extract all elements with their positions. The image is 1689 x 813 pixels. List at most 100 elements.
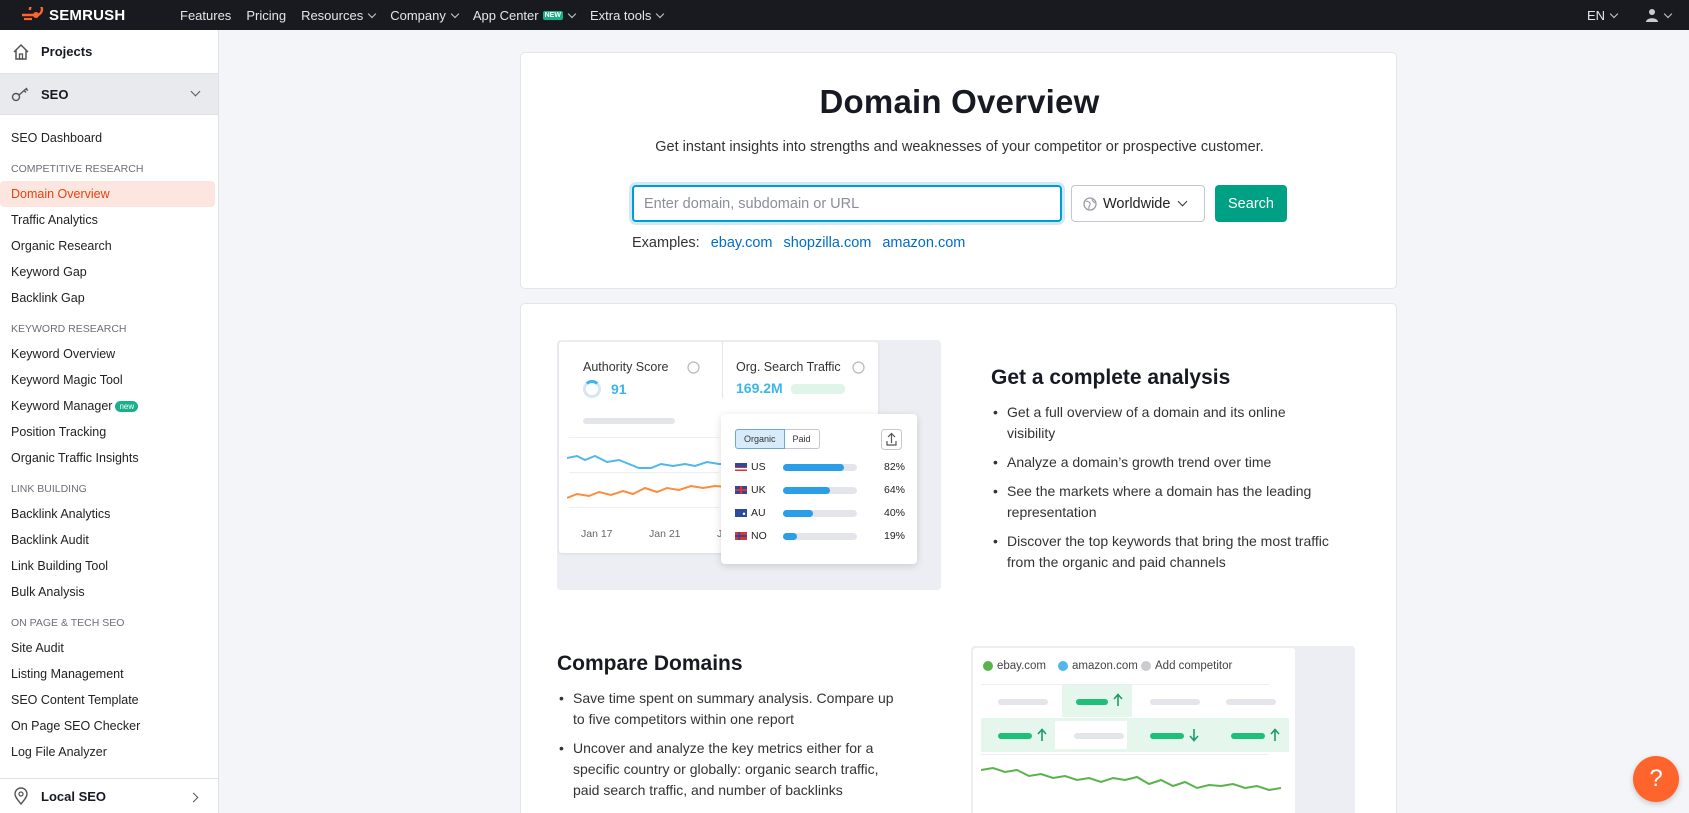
- sidebar-section-local-seo[interactable]: Local SEO: [0, 778, 218, 813]
- domain-search-input[interactable]: [632, 185, 1062, 222]
- date-label: Jan 17: [581, 528, 613, 540]
- topnav-item-pricing[interactable]: Pricing: [246, 8, 286, 23]
- authority-score-label: Authority Score: [583, 360, 669, 374]
- chevron-down-icon: [367, 9, 377, 18]
- globe-icon: [1083, 196, 1097, 211]
- top-right-controls: EN: [1587, 0, 1689, 30]
- share-bar-fill: [783, 532, 798, 540]
- user-icon: [1646, 9, 1658, 22]
- help-button[interactable]: ?: [1633, 756, 1679, 802]
- topnav-label: Features: [180, 7, 232, 23]
- sidebar-item-position-tracking[interactable]: Position Tracking: [0, 419, 215, 445]
- topnav-item-features[interactable]: Features: [180, 8, 231, 23]
- legend-dot: [1141, 661, 1151, 671]
- new-badge: new: [542, 10, 563, 20]
- search-button[interactable]: Search: [1215, 185, 1287, 222]
- example-link-amazon[interactable]: amazon.com: [882, 235, 965, 251]
- sidebar-item-keyword-manager[interactable]: Keyword Manager new: [0, 393, 215, 419]
- flag-icon: [735, 463, 747, 471]
- sidebar-item-link-building-tool[interactable]: Link Building Tool: [0, 553, 215, 579]
- seo-tool-list: SEO Dashboard COMPETITIVE RESEARCH Domain…: [0, 115, 218, 765]
- sidebar-item-projects[interactable]: Projects: [0, 30, 218, 73]
- tab-organic: Organic: [735, 429, 785, 449]
- analysis-bullet-list: Get a full overview of a domain and its …: [991, 402, 1331, 581]
- sidebar-item-on-page-seo-checker[interactable]: On Page SEO Checker: [0, 713, 215, 739]
- info-icon: [852, 361, 865, 374]
- example-link-ebay[interactable]: ebay.com: [711, 235, 773, 251]
- sidebar-item-organic-research[interactable]: Organic Research: [0, 233, 215, 259]
- country-row: NO 19%: [735, 529, 905, 543]
- sidebar-section-seo-toggle[interactable]: SEO: [0, 73, 218, 115]
- sidebar-item-label: Backlink Audit: [11, 533, 89, 547]
- sidebar-item-backlink-analytics[interactable]: Backlink Analytics: [0, 501, 215, 527]
- placeholder-pill: [1074, 733, 1124, 739]
- features-card: Authority Score 91 Org. Search Traffic 1…: [520, 303, 1397, 813]
- sidebar-item-organic-traffic-insights[interactable]: Organic Traffic Insights: [0, 445, 215, 471]
- question-mark-icon: ?: [1649, 765, 1663, 792]
- language-switcher[interactable]: EN: [1587, 8, 1619, 23]
- share-percent: 82%: [883, 461, 905, 473]
- sidebar-item-site-audit[interactable]: Site Audit: [0, 635, 215, 661]
- sidebar-item-label: Bulk Analysis: [11, 585, 85, 599]
- sidebar-item-listing-management[interactable]: Listing Management: [0, 661, 215, 687]
- sidebar-item-label: Domain Overview: [11, 187, 110, 201]
- sidebar-item-traffic-analytics[interactable]: Traffic Analytics: [0, 207, 215, 233]
- example-link-shopzilla[interactable]: shopzilla.com: [784, 235, 872, 251]
- topnav-label: App Center: [472, 7, 539, 23]
- bullet-item: Analyze a domain’s growth trend over tim…: [991, 452, 1331, 473]
- sidebar-item-keyword-gap[interactable]: Keyword Gap: [0, 259, 215, 285]
- country-code: UK: [751, 484, 766, 496]
- sidebar-item-domain-overview[interactable]: Domain Overview: [0, 181, 215, 207]
- home-icon: [11, 42, 31, 62]
- page-subtitle: Get instant insights into strengths and …: [655, 139, 1264, 155]
- top-navigation-bar: SEMRUSH Features Pricing Resources Company A…: [0, 0, 1689, 30]
- brand-name: SEMRUSH: [49, 6, 126, 24]
- country-code: AU: [751, 507, 766, 519]
- topnav-item-company[interactable]: Company: [390, 7, 460, 23]
- sidebar-item-label: Keyword Gap: [11, 265, 87, 279]
- sidebar-item-backlink-gap[interactable]: Backlink Gap: [0, 285, 215, 311]
- authority-score-value: 91: [611, 381, 627, 397]
- legend-item: ebay.com: [983, 660, 1046, 672]
- topnav-label: Pricing: [246, 7, 287, 23]
- trend-lines: [567, 454, 727, 499]
- arrow-up-icon: [1037, 728, 1047, 741]
- divider: [722, 342, 723, 398]
- topnav-item-app-center[interactable]: App Center new: [472, 7, 577, 23]
- country-row: US 82%: [735, 460, 905, 474]
- sidebar-item-seo-content-template[interactable]: SEO Content Template: [0, 687, 215, 713]
- semrush-logo[interactable]: SEMRUSH: [20, 7, 180, 24]
- sidebar-item-label: Backlink Analytics: [11, 507, 111, 521]
- placeholder-pill: [1226, 699, 1276, 705]
- sidebar-item-seo-dashboard[interactable]: SEO Dashboard: [0, 125, 215, 151]
- sidebar-section-heading: KEYWORD RESEARCH: [11, 323, 127, 335]
- sidebar-item-label: Keyword Manager: [11, 399, 113, 413]
- sidebar-projects-label: Projects: [41, 44, 93, 59]
- bullet-item: See the markets where a domain has the l…: [991, 481, 1331, 523]
- user-menu[interactable]: [1645, 8, 1673, 22]
- sidebar-item-label: Keyword Magic Tool: [11, 373, 123, 387]
- topnav-item-extra-tools[interactable]: Extra tools: [590, 8, 665, 23]
- sidebar-section-heading: ON PAGE & TECH SEO: [11, 617, 125, 629]
- arrow-down-icon: [1189, 729, 1199, 742]
- legend-dot: [983, 661, 993, 671]
- sidebar-item-backlink-audit[interactable]: Backlink Audit: [0, 527, 215, 553]
- info-icon: [687, 361, 700, 374]
- topnav-label: Company: [390, 7, 446, 23]
- database-select[interactable]: Worldwide: [1071, 185, 1205, 222]
- sidebar-item-keyword-magic-tool[interactable]: Keyword Magic Tool: [0, 367, 215, 393]
- chevron-right-icon: [188, 792, 199, 803]
- sidebar-item-bulk-analysis[interactable]: Bulk Analysis: [0, 579, 215, 605]
- compare-trend-line: [981, 766, 1281, 792]
- sidebar-item-label: Backlink Gap: [11, 291, 85, 305]
- topnav-item-resources[interactable]: Resources: [301, 8, 377, 23]
- flag-icon: [735, 509, 747, 517]
- flag-icon: [735, 532, 747, 540]
- sidebar-item-log-file-analyzer[interactable]: Log File Analyzer: [0, 739, 215, 765]
- sidebar-item-keyword-overview[interactable]: Keyword Overview: [0, 341, 215, 367]
- arrow-up-icon: [1113, 693, 1123, 706]
- date-label: Jan 21: [649, 528, 681, 540]
- traffic-value: 169.2M: [736, 380, 783, 396]
- chevron-down-icon: [656, 9, 665, 18]
- sidebar-item-label: SEO Content Template: [11, 693, 139, 707]
